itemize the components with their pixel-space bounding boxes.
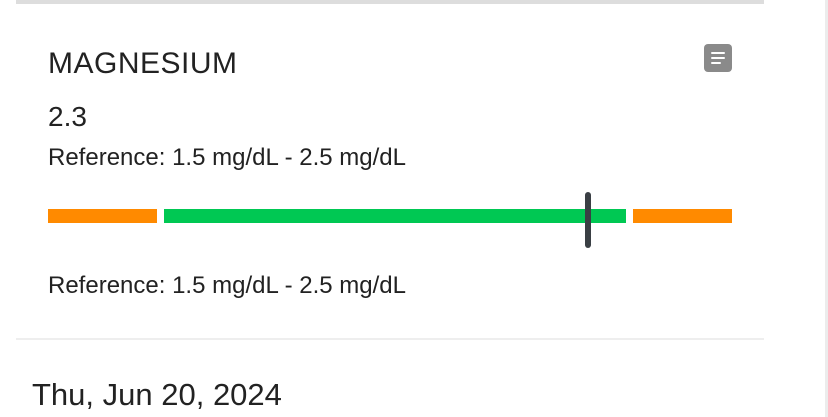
result-value: 2.3 xyxy=(48,101,87,132)
notes-icon[interactable] xyxy=(704,44,732,72)
result-date-heading: Thu, Jun 20, 2024 xyxy=(32,377,282,412)
magnesium-result-card: MAGNESIUM 2.3 Reference: 1.5 mg/dL - 2.5… xyxy=(16,4,764,340)
range-segment-high xyxy=(632,209,732,223)
lab-results-page: MAGNESIUM 2.3 Reference: 1.5 mg/dL - 2.5… xyxy=(0,0,828,417)
result-value-marker xyxy=(585,192,592,248)
range-segment-low xyxy=(48,209,158,223)
test-name: MAGNESIUM xyxy=(48,47,238,80)
card-divider xyxy=(16,338,764,340)
reference-range-text-repeat: Reference: 1.5 mg/dL - 2.5 mg/dL xyxy=(48,272,406,299)
reference-range-text: Reference: 1.5 mg/dL - 2.5 mg/dL xyxy=(48,144,406,171)
range-segment-normal xyxy=(164,209,626,223)
reference-range-bar xyxy=(48,192,732,248)
